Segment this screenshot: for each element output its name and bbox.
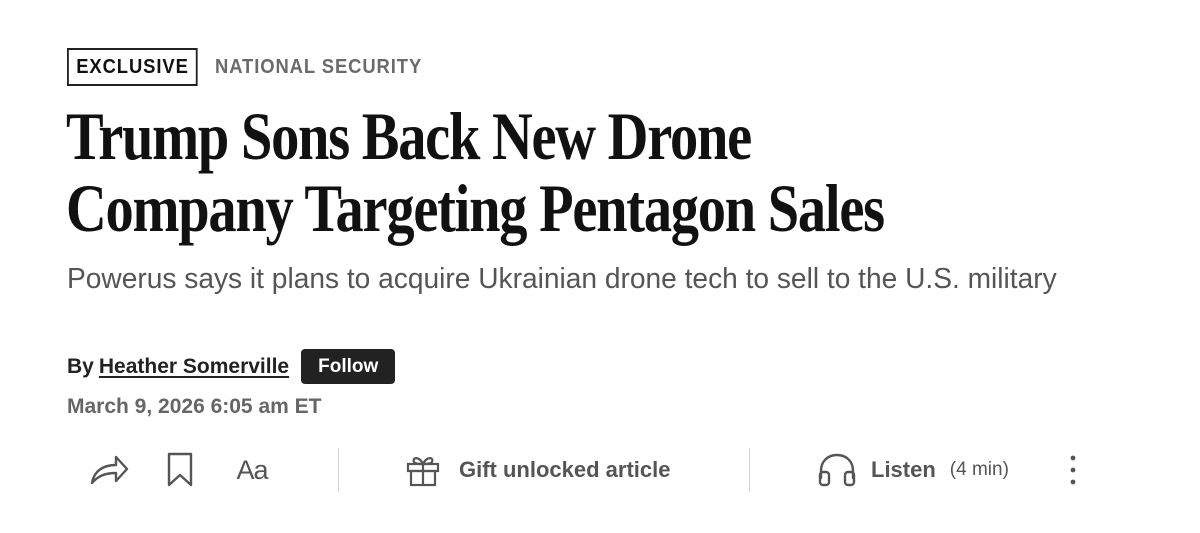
article-dek: Powerus says it plans to acquire Ukraini… <box>67 263 1057 295</box>
byline-prefix: By <box>67 354 94 378</box>
article-headline: Trump Sons Back New Drone Company Target… <box>66 98 885 246</box>
exclusive-badge: EXCLUSIVE <box>67 48 198 86</box>
listen-label: Listen <box>871 457 936 482</box>
follow-button[interactable]: Follow <box>301 349 396 384</box>
text-size-button[interactable]: Aa <box>229 452 275 488</box>
section-link[interactable]: NATIONAL SECURITY <box>215 56 422 79</box>
bookmark-icon <box>167 452 193 487</box>
listen-duration: (4 min) <box>949 459 1009 480</box>
gift-article-label: Gift unlocked article <box>459 457 671 482</box>
author-link[interactable]: Heather Somerville <box>99 355 289 379</box>
text-size-label: Aa <box>236 454 268 485</box>
article-toolbar: Aa Gift unlocked article Listen (4 min) <box>0 444 1200 496</box>
listen-button[interactable]: Listen (4 min) <box>817 444 1009 496</box>
publish-timestamp: March 9, 2026 6:05 am ET <box>67 395 322 418</box>
more-options-button[interactable] <box>1060 452 1086 488</box>
headphones-icon <box>818 453 856 487</box>
bookmark-button[interactable] <box>165 452 195 488</box>
more-vertical-icon <box>1070 455 1076 485</box>
gift-article-button[interactable]: Gift unlocked article <box>405 444 671 496</box>
share-icon <box>90 455 129 485</box>
toolbar-divider <box>338 448 339 492</box>
share-button[interactable] <box>88 452 130 488</box>
gift-icon <box>406 457 440 487</box>
article-flags: EXCLUSIVE NATIONAL SECURITY <box>67 48 441 86</box>
byline: By Heather Somerville Follow <box>67 349 396 384</box>
toolbar-divider <box>749 448 750 492</box>
